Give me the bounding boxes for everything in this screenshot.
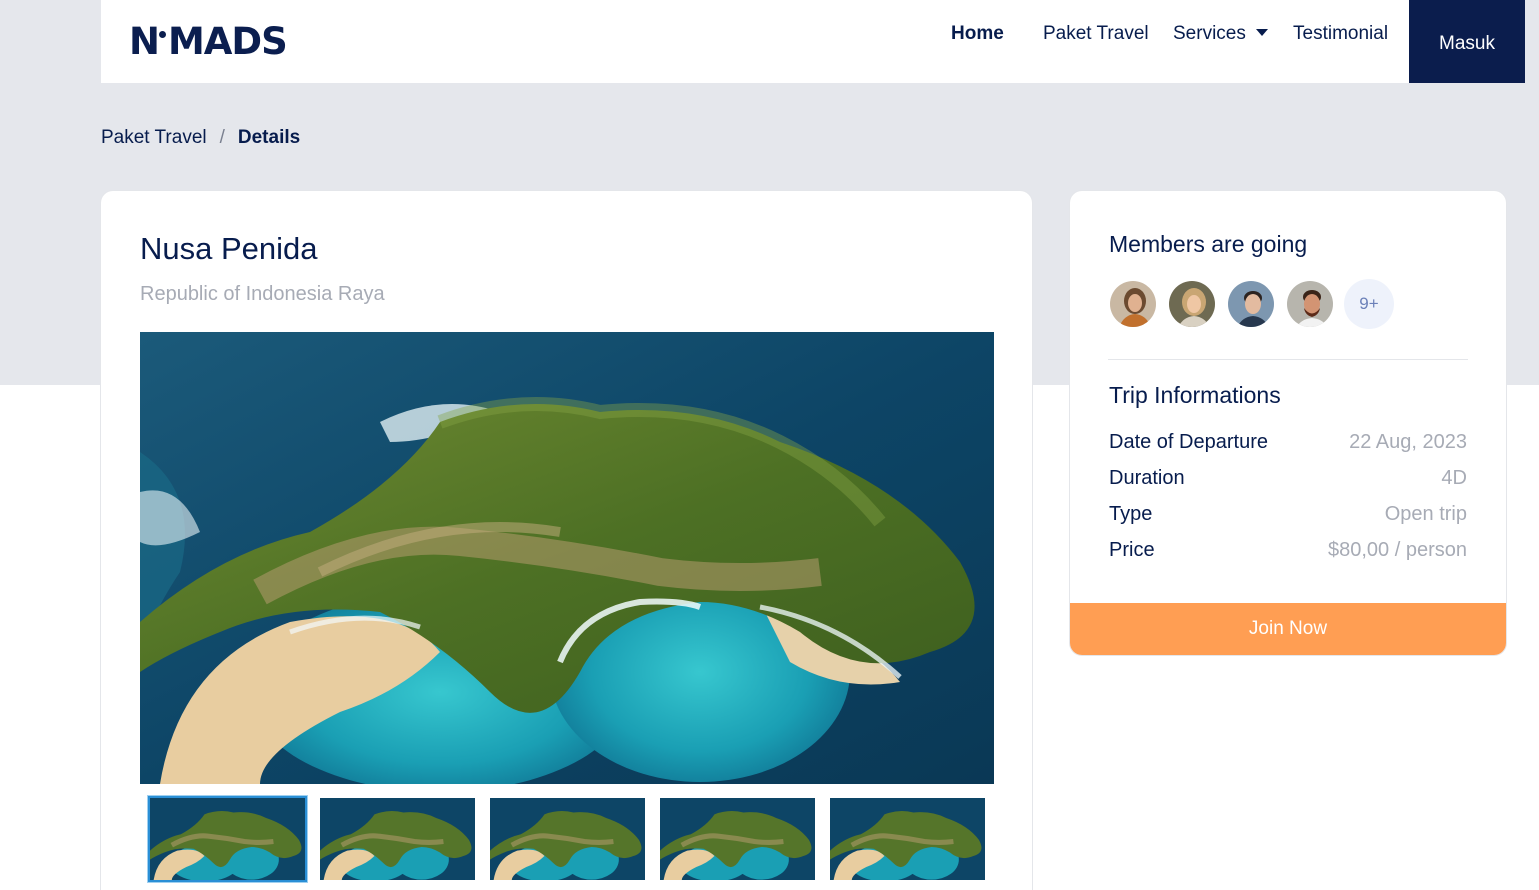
trip-info-label: Duration [1109,466,1185,489]
trip-info-label: Price [1109,538,1155,561]
brand-logo[interactable]: N MADS [129,20,288,63]
island-aerial-photo [140,332,994,784]
main-gallery-image [140,332,994,784]
trip-info-label: Date of Departure [1109,430,1268,453]
gallery-thumbnail[interactable] [318,796,477,882]
logo-dot [158,31,166,38]
breadcrumb-parent-link[interactable]: Paket Travel [101,127,207,149]
members-title: Members are going [1109,231,1308,257]
member-avatar[interactable] [1167,279,1217,329]
section-divider [1108,359,1468,360]
member-avatars: 9+ [1108,279,1394,329]
nav-services-label: Services [1173,23,1246,44]
avatar-photo [1287,281,1333,327]
join-now-button[interactable]: Join Now [1070,603,1506,655]
logo-letter: N [129,20,160,63]
thumbnail-image [150,798,305,880]
trip-info-label: Type [1109,502,1153,525]
trip-info-value: 22 Aug, 2023 [1349,430,1467,453]
nav-home-link[interactable]: Home [951,23,1004,45]
trip-info-row: Type Open trip [1109,496,1467,532]
thumbnail-image [490,798,645,880]
gallery-thumbnails [148,796,987,882]
more-members-badge[interactable]: 9+ [1344,279,1394,329]
trip-info-title: Trip Informations [1109,382,1281,408]
login-button[interactable]: Masuk [1409,0,1525,83]
nav-paket-travel-link[interactable]: Paket Travel [1043,23,1149,45]
trip-info-table: Date of Departure 22 Aug, 2023 Duration … [1109,424,1467,568]
thumbnail-image [830,798,985,880]
member-avatar[interactable] [1285,279,1335,329]
caret-down-icon [1255,28,1268,36]
nav-testimonial-link[interactable]: Testimonial [1293,23,1388,45]
logo-text: MADS [167,20,288,63]
destination-title: Nusa Penida [140,231,318,266]
breadcrumb: Paket Travel / Details [101,127,300,149]
member-avatar[interactable] [1108,279,1158,329]
avatar-photo [1110,281,1156,327]
trip-info-row: Duration 4D [1109,460,1467,496]
destination-location: Republic of Indonesia Raya [140,283,385,305]
trip-info-value: 4D [1441,466,1467,489]
nav-services-dropdown[interactable]: Services [1173,23,1268,45]
thumbnail-image [660,798,815,880]
avatar-photo [1169,281,1215,327]
trip-info-value: Open trip [1384,502,1467,525]
trip-info-row: Price $80,00 / person [1109,532,1467,568]
navbar: N MADS Home Paket Travel Services Testimo… [101,0,1525,83]
breadcrumb-separator: / [219,127,225,148]
breadcrumb-current: Details [237,127,301,148]
thumbnail-image [320,798,475,880]
gallery-thumbnail[interactable] [148,796,307,882]
gallery-thumbnail[interactable] [488,796,647,882]
trip-info-row: Date of Departure 22 Aug, 2023 [1109,424,1467,460]
member-avatar[interactable] [1226,279,1276,329]
trip-summary-card: Members are going 9+ Trip Informations D… [1070,191,1506,655]
trip-info-value: $80,00 / person [1328,538,1467,561]
avatar-photo [1228,281,1274,327]
travel-details-card: Nusa Penida Republic of Indonesia Raya [101,191,1032,890]
gallery-thumbnail[interactable] [828,796,987,882]
gallery-thumbnail[interactable] [658,796,817,882]
